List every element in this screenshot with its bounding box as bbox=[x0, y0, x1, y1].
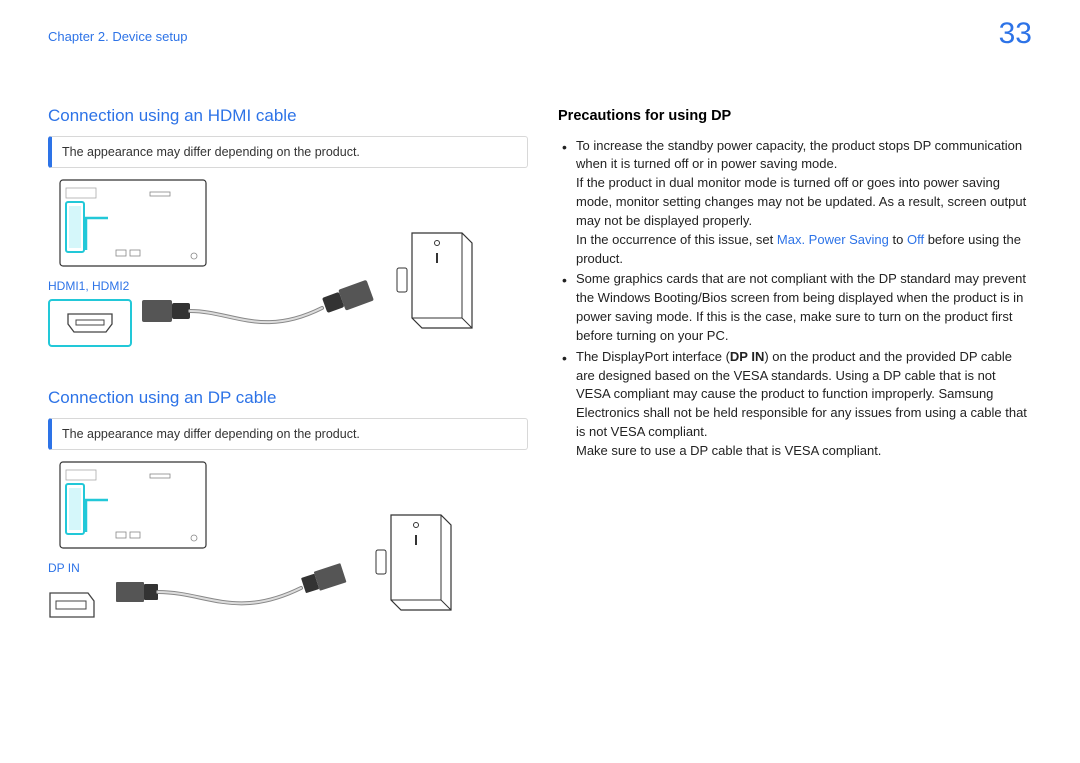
b1-hl2: Off bbox=[907, 232, 924, 247]
dp-note: The appearance may differ depending on t… bbox=[48, 418, 528, 450]
b3-line2: Make sure to use a DP cable that is VESA… bbox=[576, 443, 881, 458]
b1-line1: To increase the standby power capacity, … bbox=[576, 138, 1022, 172]
precaution-item-2: Some graphics cards that are not complia… bbox=[576, 270, 1032, 345]
b1-line3a: In the occurrence of this issue, set bbox=[576, 232, 777, 247]
left-column: Connection using an HDMI cable The appea… bbox=[48, 66, 528, 630]
hdmi-diagram bbox=[48, 178, 528, 274]
b1-line3b: to bbox=[889, 232, 907, 247]
b3-bold: DP IN bbox=[730, 349, 764, 364]
precaution-item-1: To increase the standby power capacity, … bbox=[576, 137, 1032, 269]
hdmi-port-icon bbox=[48, 299, 132, 347]
b1-hl1: Max. Power Saving bbox=[777, 232, 889, 247]
hdmi-note: The appearance may differ depending on t… bbox=[48, 136, 528, 168]
dp-section-title: Connection using an DP cable bbox=[48, 386, 528, 411]
chapter-breadcrumb[interactable]: Chapter 2. Device setup bbox=[48, 28, 187, 47]
b3-a: The DisplayPort interface ( bbox=[576, 349, 730, 364]
page-number: 33 bbox=[999, 12, 1032, 56]
precaution-item-3: The DisplayPort interface (DP IN) on the… bbox=[576, 348, 1032, 461]
right-column: Precautions for using DP To increase the… bbox=[558, 66, 1032, 630]
hdmi-section-title: Connection using an HDMI cable bbox=[48, 104, 528, 129]
dp-diagram bbox=[48, 460, 528, 556]
b1-line2: If the product in dual monitor mode is t… bbox=[576, 175, 1026, 228]
precautions-title: Precautions for using DP bbox=[558, 106, 1032, 127]
dp-port-icon bbox=[48, 591, 96, 619]
